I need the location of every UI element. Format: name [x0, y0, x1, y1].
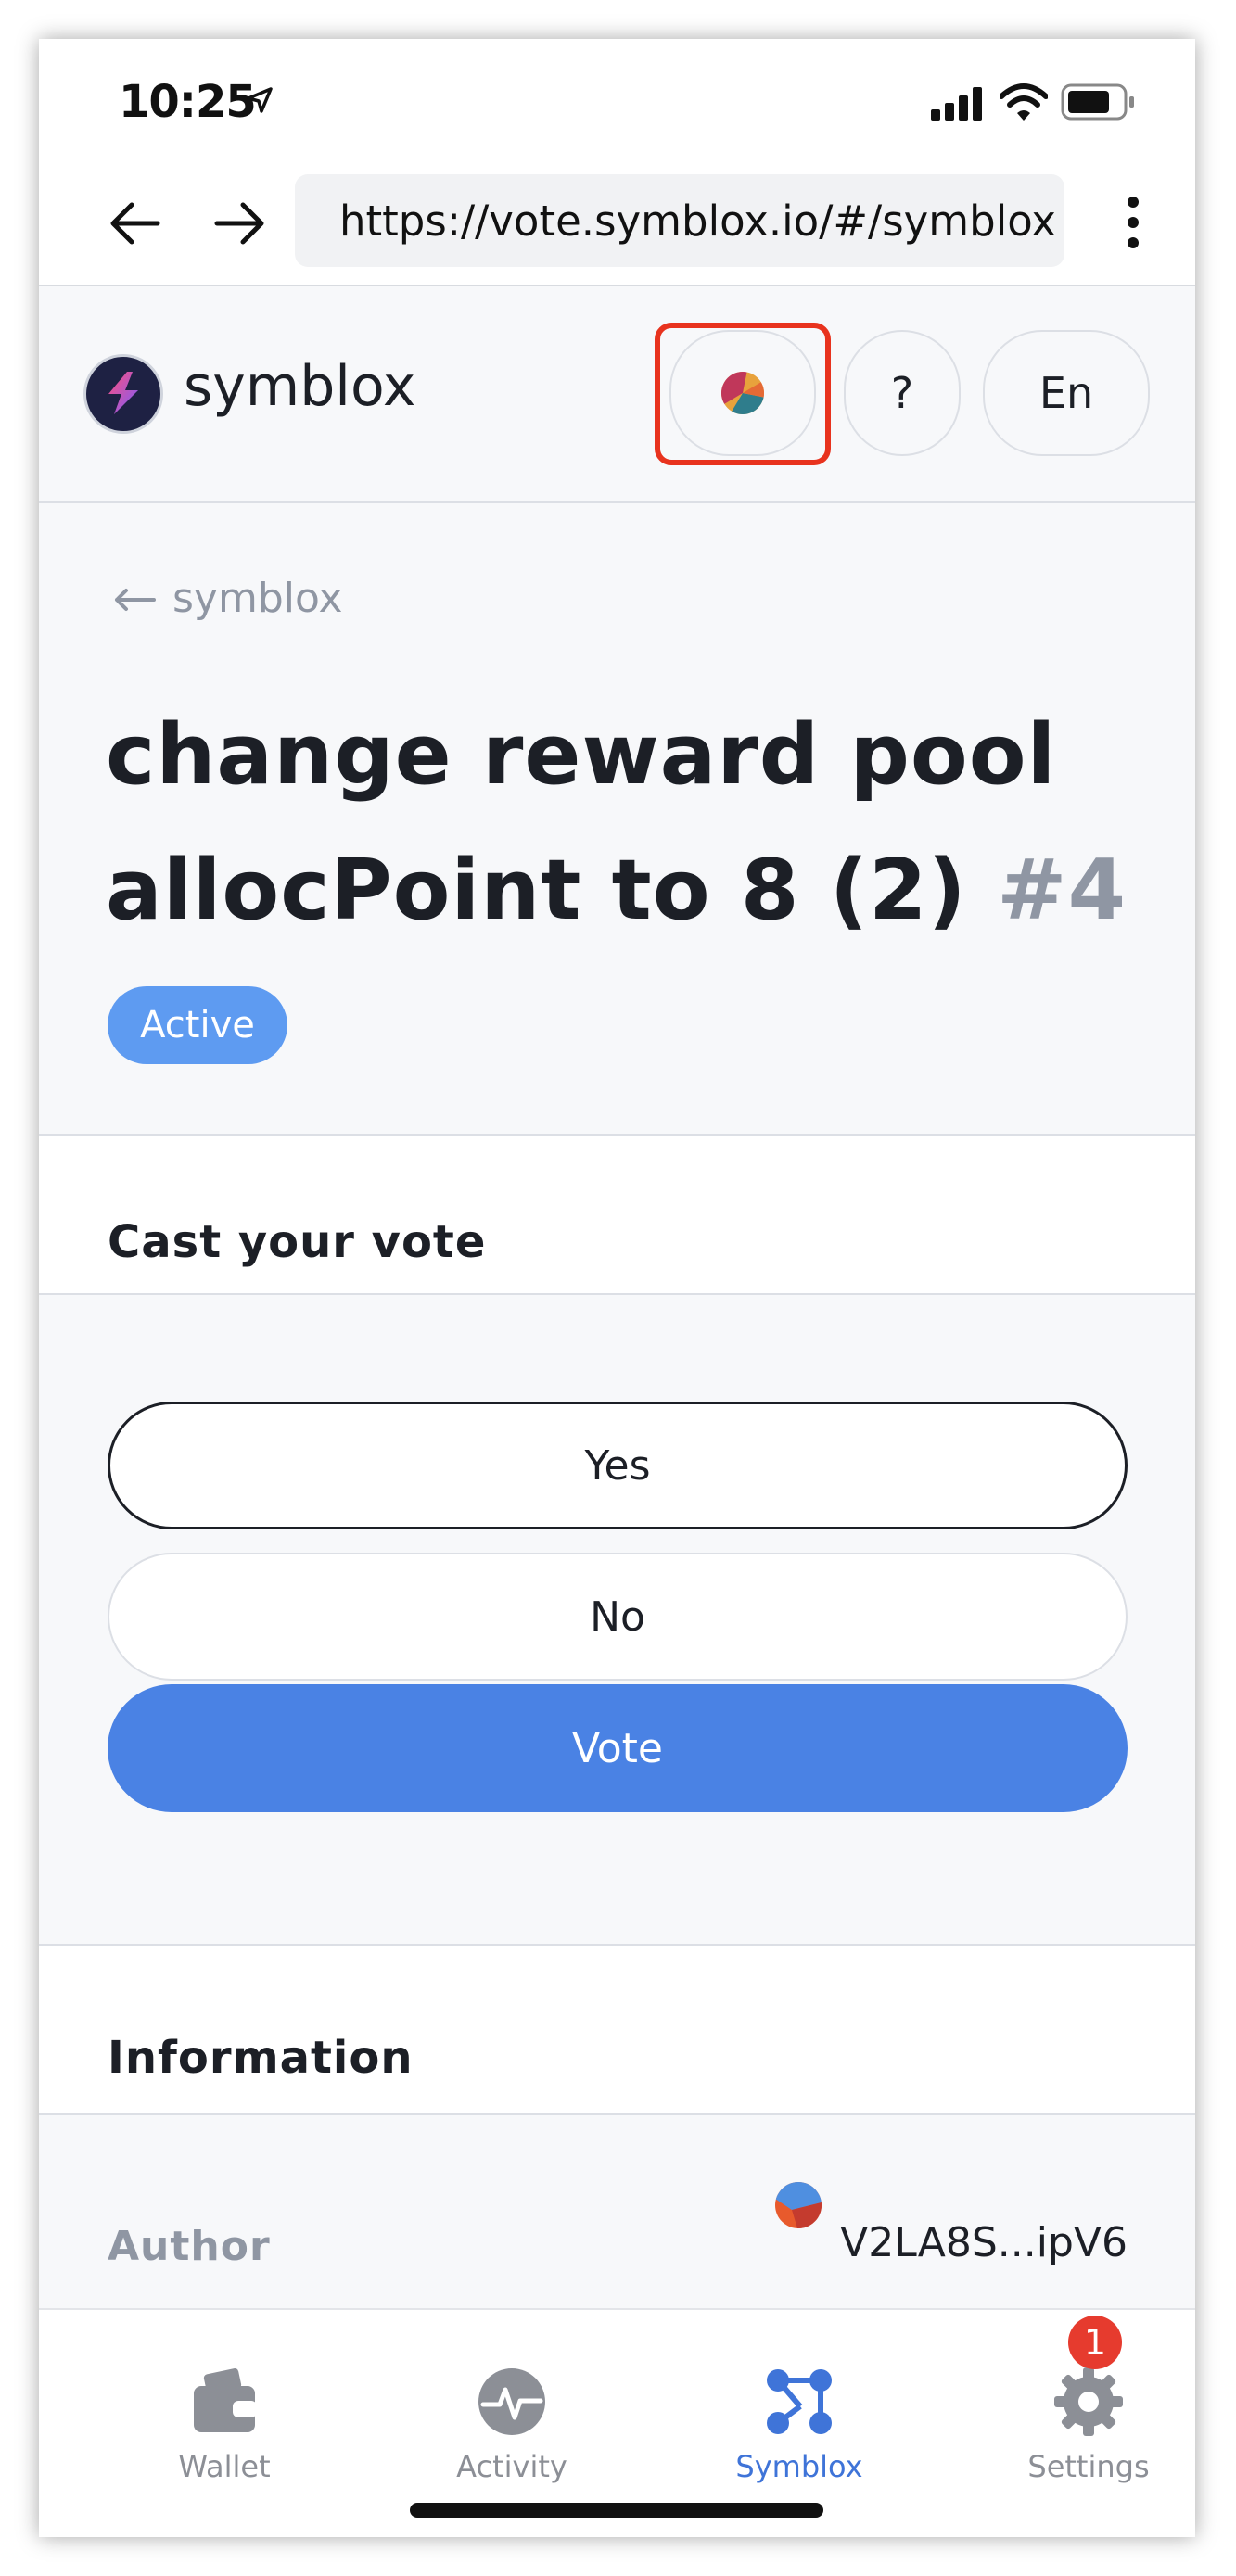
brand-name[interactable]: symblox [184, 354, 415, 419]
tab-symblox[interactable]: Symblox [707, 2366, 892, 2484]
more-options-icon[interactable] [1119, 195, 1147, 250]
back-link-label: symblox [172, 575, 343, 622]
status-badge: Active [108, 986, 287, 1064]
author-label: Author [108, 2223, 271, 2270]
help-button[interactable]: ? [844, 330, 961, 456]
url-field[interactable]: https://vote.symblox.io/#/symblox [295, 174, 1064, 267]
tab-wallet[interactable]: Wallet [132, 2366, 317, 2484]
account-button-highlight [655, 323, 831, 465]
location-arrow-icon [247, 87, 273, 113]
choice-yes-button[interactable]: Yes [108, 1402, 1128, 1529]
section-divider [39, 1134, 1195, 1136]
battery-icon [1061, 83, 1134, 121]
arrow-left-icon [110, 202, 160, 245]
author-address[interactable]: V2LA8S...ipV6 [838, 2219, 1128, 2266]
vote-submit-button[interactable]: Vote [108, 1684, 1128, 1812]
tab-settings-label: Settings [1027, 2449, 1150, 2484]
tab-activity[interactable]: Activity [419, 2366, 605, 2484]
symblox-network-icon [767, 2369, 832, 2434]
symblox-logo[interactable] [83, 354, 163, 434]
cellular-signal-icon [931, 87, 982, 121]
tab-settings[interactable]: Settings [996, 2366, 1181, 2484]
proposal-number: #4 [997, 842, 1128, 939]
arrow-right-icon [214, 202, 264, 245]
wifi-icon [1000, 83, 1048, 121]
activity-icon [478, 2368, 545, 2435]
language-button[interactable]: En [983, 330, 1150, 456]
tab-activity-label: Activity [456, 2449, 567, 2484]
symblox-logo-icon [108, 372, 138, 414]
gear-icon [1054, 2367, 1123, 2436]
wallet-icon [194, 2368, 257, 2432]
settings-notification-badge: 1 [1068, 2316, 1122, 2369]
tab-wallet-label: Wallet [178, 2449, 271, 2484]
section-gap [39, 1877, 1195, 1944]
choice-no-button[interactable]: No [108, 1553, 1128, 1681]
arrow-left-icon [113, 575, 156, 622]
tab-symblox-label: Symblox [735, 2449, 863, 2484]
information-heading: Information [108, 2032, 414, 2084]
cast-vote-heading: Cast your vote [108, 1216, 487, 1268]
browser-back-button[interactable] [102, 191, 167, 256]
status-time: 10:25 [119, 76, 257, 128]
proposal-title-text: change reward pool allocPoint to 8 (2) [106, 706, 1057, 939]
back-to-space-link[interactable]: symblox [113, 575, 343, 622]
proposal-title: change reward pool allocPoint to 8 (2) #… [106, 688, 1144, 958]
author-avatar [775, 2182, 822, 2228]
phone-screen: 10:25 https://vote.symblox.io/#/symblox [39, 39, 1195, 2537]
home-indicator [410, 2503, 823, 2518]
section-divider [39, 1944, 1195, 1946]
author-avatar-icon [775, 2182, 822, 2228]
browser-forward-button[interactable] [208, 191, 273, 256]
